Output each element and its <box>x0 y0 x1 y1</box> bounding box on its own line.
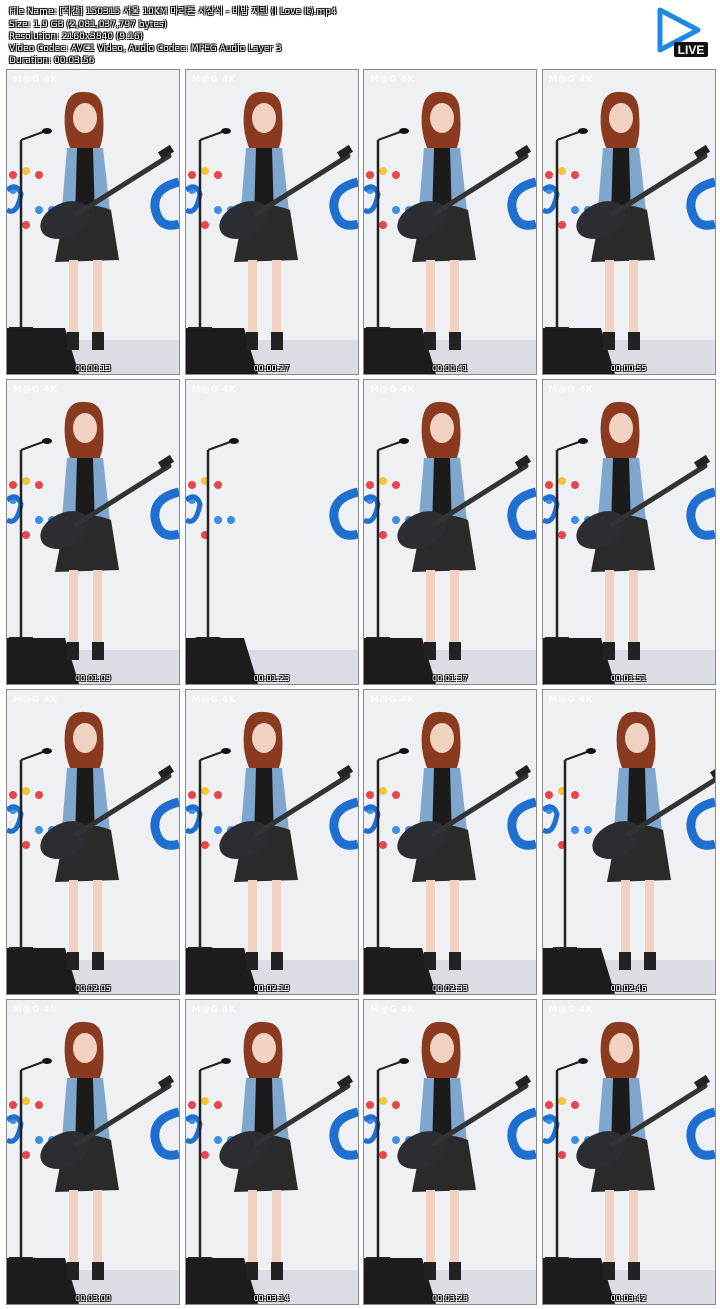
thumbnail-frame <box>7 70 179 374</box>
thumbnail-frame <box>364 690 536 994</box>
video-thumbnail: M@G 4K 00:02:19 <box>184 689 359 995</box>
watermark-label: M@G 4K <box>191 695 237 705</box>
video-thumbnail: M@G 4K 00:03:00 <box>6 999 180 1305</box>
video-thumbnail: M@G 4K 00:01:51 <box>541 379 716 685</box>
thumbnail-frame <box>7 1000 179 1304</box>
video-thumbnail: M@G 4K 00:03:28 <box>363 999 537 1305</box>
watermark-label: M@G 4K <box>13 1005 58 1015</box>
watermark-label: M@G 4K <box>370 695 415 705</box>
file-info-header: File Name: [직캠] 150315 서울 10KM 마라톤 시상식 -… <box>0 0 720 66</box>
thumbnail-frame <box>542 690 715 994</box>
timestamp-label: 00:02:33 <box>432 984 468 993</box>
codec-text: Video Codec: AVC1 Video, Audio Codec: MP… <box>9 44 282 54</box>
watermark-label: M@G 4K <box>191 1005 237 1015</box>
watermark-label: M@G 4K <box>13 385 58 395</box>
timestamp-label: 00:00:13 <box>75 364 111 373</box>
watermark-label: M@G 4K <box>548 695 594 705</box>
video-thumbnail: M@G 4K 00:00:41 <box>363 69 537 375</box>
watermark-label: M@G 4K <box>191 385 237 395</box>
thumbnail-frame <box>7 380 179 684</box>
timestamp-label: 00:00:55 <box>610 364 647 373</box>
thumbnail-frame <box>185 1000 358 1304</box>
duration-text: Duration: 00:03:56 <box>9 56 95 66</box>
thumbnail-frame <box>364 70 536 374</box>
timestamp-label: 00:00:41 <box>432 364 468 373</box>
watermark-label: M@G 4K <box>370 75 415 85</box>
file-name-text: File Name: [직캠] 150315 서울 10KM 마라톤 시상식 -… <box>9 7 337 17</box>
video-thumbnail: M@G 4K 00:03:42 <box>541 999 716 1305</box>
watermark-label: M@G 4K <box>548 1005 594 1015</box>
thumbnail-frame <box>364 1000 536 1304</box>
timestamp-label: 00:03:28 <box>432 1294 468 1303</box>
thumbnail-frame <box>542 1000 715 1304</box>
thumbnail-frame <box>185 690 358 994</box>
video-thumbnail: M@G 4K 00:00:13 <box>6 69 180 375</box>
watermark-label: M@G 4K <box>13 75 58 85</box>
thumbnail-frame <box>185 70 358 374</box>
thumbnail-frame <box>7 690 179 994</box>
live-logo-icon: LIVE <box>657 7 708 57</box>
watermark-label: M@G 4K <box>13 695 58 705</box>
timestamp-label: 00:02:46 <box>610 984 647 993</box>
thumbnail-frame <box>364 380 536 684</box>
watermark-label: M@G 4K <box>370 385 415 395</box>
timestamp-label: 00:00:27 <box>253 364 290 373</box>
timestamp-label: 00:03:14 <box>253 1294 290 1303</box>
timestamp-label: 00:01:09 <box>75 674 111 683</box>
video-thumbnail: M@G 4K 00:00:55 <box>541 69 716 375</box>
timestamp-label: 00:03:42 <box>610 1294 647 1303</box>
thumbnail-frame <box>542 380 715 684</box>
timestamp-label: 00:02:19 <box>253 984 290 993</box>
resolution-text: Resolution: 2160x3840 (9:16) <box>9 32 144 42</box>
watermark-label: M@G 4K <box>370 1005 415 1015</box>
watermark-label: M@G 4K <box>191 75 237 85</box>
video-thumbnail: M@G 4K 00:02:33 <box>363 689 537 995</box>
video-thumbnail: M@G 4K 00:00:27 <box>184 69 359 375</box>
timestamp-label: 00:01:37 <box>432 674 468 683</box>
video-thumbnail: M@G 4K 00:01:23 <box>184 379 359 685</box>
video-thumbnail: M@G 4K 00:01:37 <box>363 379 537 685</box>
file-size-text: Size: 1.9 GB (2,081,037,797 bytes) <box>9 20 168 30</box>
video-thumbnail: M@G 4K 00:02:46 <box>541 689 716 995</box>
video-thumbnail: M@G 4K 00:01:09 <box>6 379 180 685</box>
video-thumbnail: M@G 4K 00:02:05 <box>6 689 180 995</box>
timestamp-label: 00:03:00 <box>75 1294 111 1303</box>
timestamp-label: 00:01:23 <box>253 674 290 683</box>
thumbnail-frame <box>185 380 358 684</box>
watermark-label: M@G 4K <box>548 385 594 395</box>
live-logo-text: LIVE <box>678 43 705 57</box>
timestamp-label: 00:01:51 <box>610 674 647 683</box>
watermark-label: M@G 4K <box>548 75 594 85</box>
thumbnail-frame <box>542 70 715 374</box>
timestamp-label: 00:02:05 <box>75 984 111 993</box>
video-thumbnail: M@G 4K 00:03:14 <box>184 999 359 1305</box>
